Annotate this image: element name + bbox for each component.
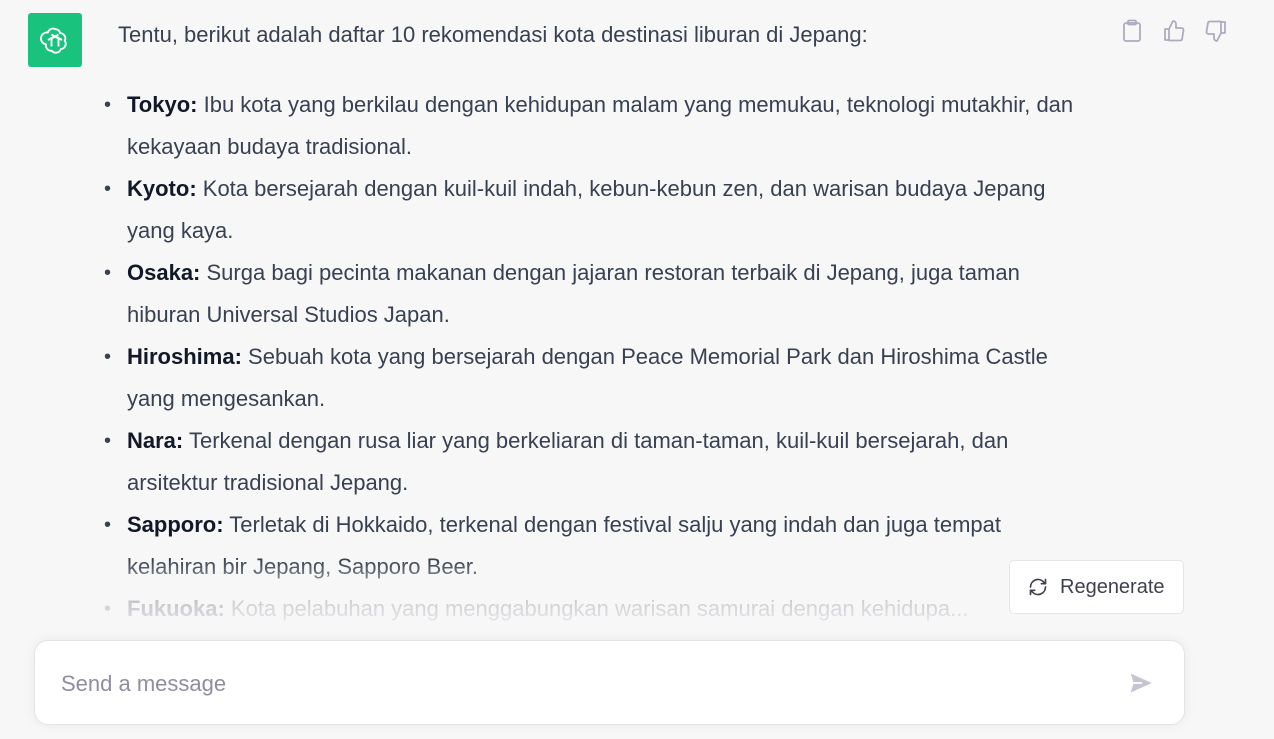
list-item: • Tokyo: Ibu kota yang berkilau dengan ke…	[0, 84, 1100, 168]
refresh-icon	[1028, 577, 1048, 597]
item-city: Nara:	[127, 428, 184, 453]
thumbs-down-button[interactable]	[1204, 17, 1228, 45]
item-city: Sapporo:	[127, 512, 224, 537]
list-item: • Sapporo: Terletak di Hokkaido, terkenal…	[0, 504, 1100, 588]
item-description: Surga bagi pecinta makanan dengan jajara…	[127, 260, 1020, 327]
clipboard-icon	[1123, 19, 1141, 42]
list-item: • Kyoto: Kota bersejarah dengan kuil-kuil…	[0, 168, 1100, 252]
copy-button[interactable]	[1120, 17, 1144, 45]
bullet-icon: •	[104, 514, 112, 536]
bullet-icon: •	[104, 262, 112, 284]
assistant-avatar	[28, 13, 82, 67]
item-city: Tokyo:	[127, 92, 198, 117]
item-description: Kota pelabuhan yang menggabungkan warisa…	[224, 596, 969, 621]
regenerate-button[interactable]: Regenerate	[1009, 560, 1184, 614]
item-description: Terletak di Hokkaido, terkenal dengan fe…	[127, 512, 1001, 579]
thumbs-down-icon	[1205, 20, 1226, 42]
list-item: • Hiroshima: Sebuah kota yang bersejarah …	[0, 336, 1100, 420]
message-actions	[1120, 17, 1228, 45]
list-item: • Fukuoka: Kota pelabuhan yang menggabung…	[0, 588, 1100, 630]
send-button[interactable]	[1126, 668, 1156, 698]
bullet-icon: •	[104, 430, 112, 452]
item-city: Kyoto:	[127, 176, 197, 201]
thumbs-up-button[interactable]	[1162, 17, 1186, 45]
item-city: Osaka:	[127, 260, 201, 285]
message-input[interactable]	[59, 661, 1103, 707]
item-description: Ibu kota yang berkilau dengan kehidupan …	[127, 92, 1074, 159]
item-description: Terkenal dengan rusa liar yang berkeliar…	[127, 428, 1009, 495]
item-city: Fukuoka:	[127, 596, 225, 621]
paper-plane-icon	[1130, 673, 1152, 693]
item-city: Hiroshima:	[127, 344, 242, 369]
list-item: • Nara: Terkenal dengan rusa liar yang be…	[0, 420, 1100, 504]
regenerate-label: Regenerate	[1060, 575, 1165, 598]
bullet-icon: •	[104, 346, 112, 368]
destination-list: • Tokyo: Ibu kota yang berkilau dengan ke…	[0, 84, 1100, 630]
item-description: Sebuah kota yang bersejarah dengan Peace…	[127, 344, 1048, 411]
bullet-icon: •	[104, 94, 112, 116]
assistant-message-intro: Tentu, berikut adalah daftar 10 rekomend…	[118, 22, 868, 47]
openai-logo-icon	[40, 27, 67, 54]
message-composer	[34, 640, 1185, 725]
bullet-icon: •	[104, 178, 112, 200]
bullet-icon: •	[104, 598, 112, 620]
list-item: • Osaka: Surga bagi pecinta makanan denga…	[0, 252, 1100, 336]
thumbs-up-icon	[1164, 20, 1185, 42]
item-description: Kota bersejarah dengan kuil-kuil indah, …	[127, 176, 1046, 243]
